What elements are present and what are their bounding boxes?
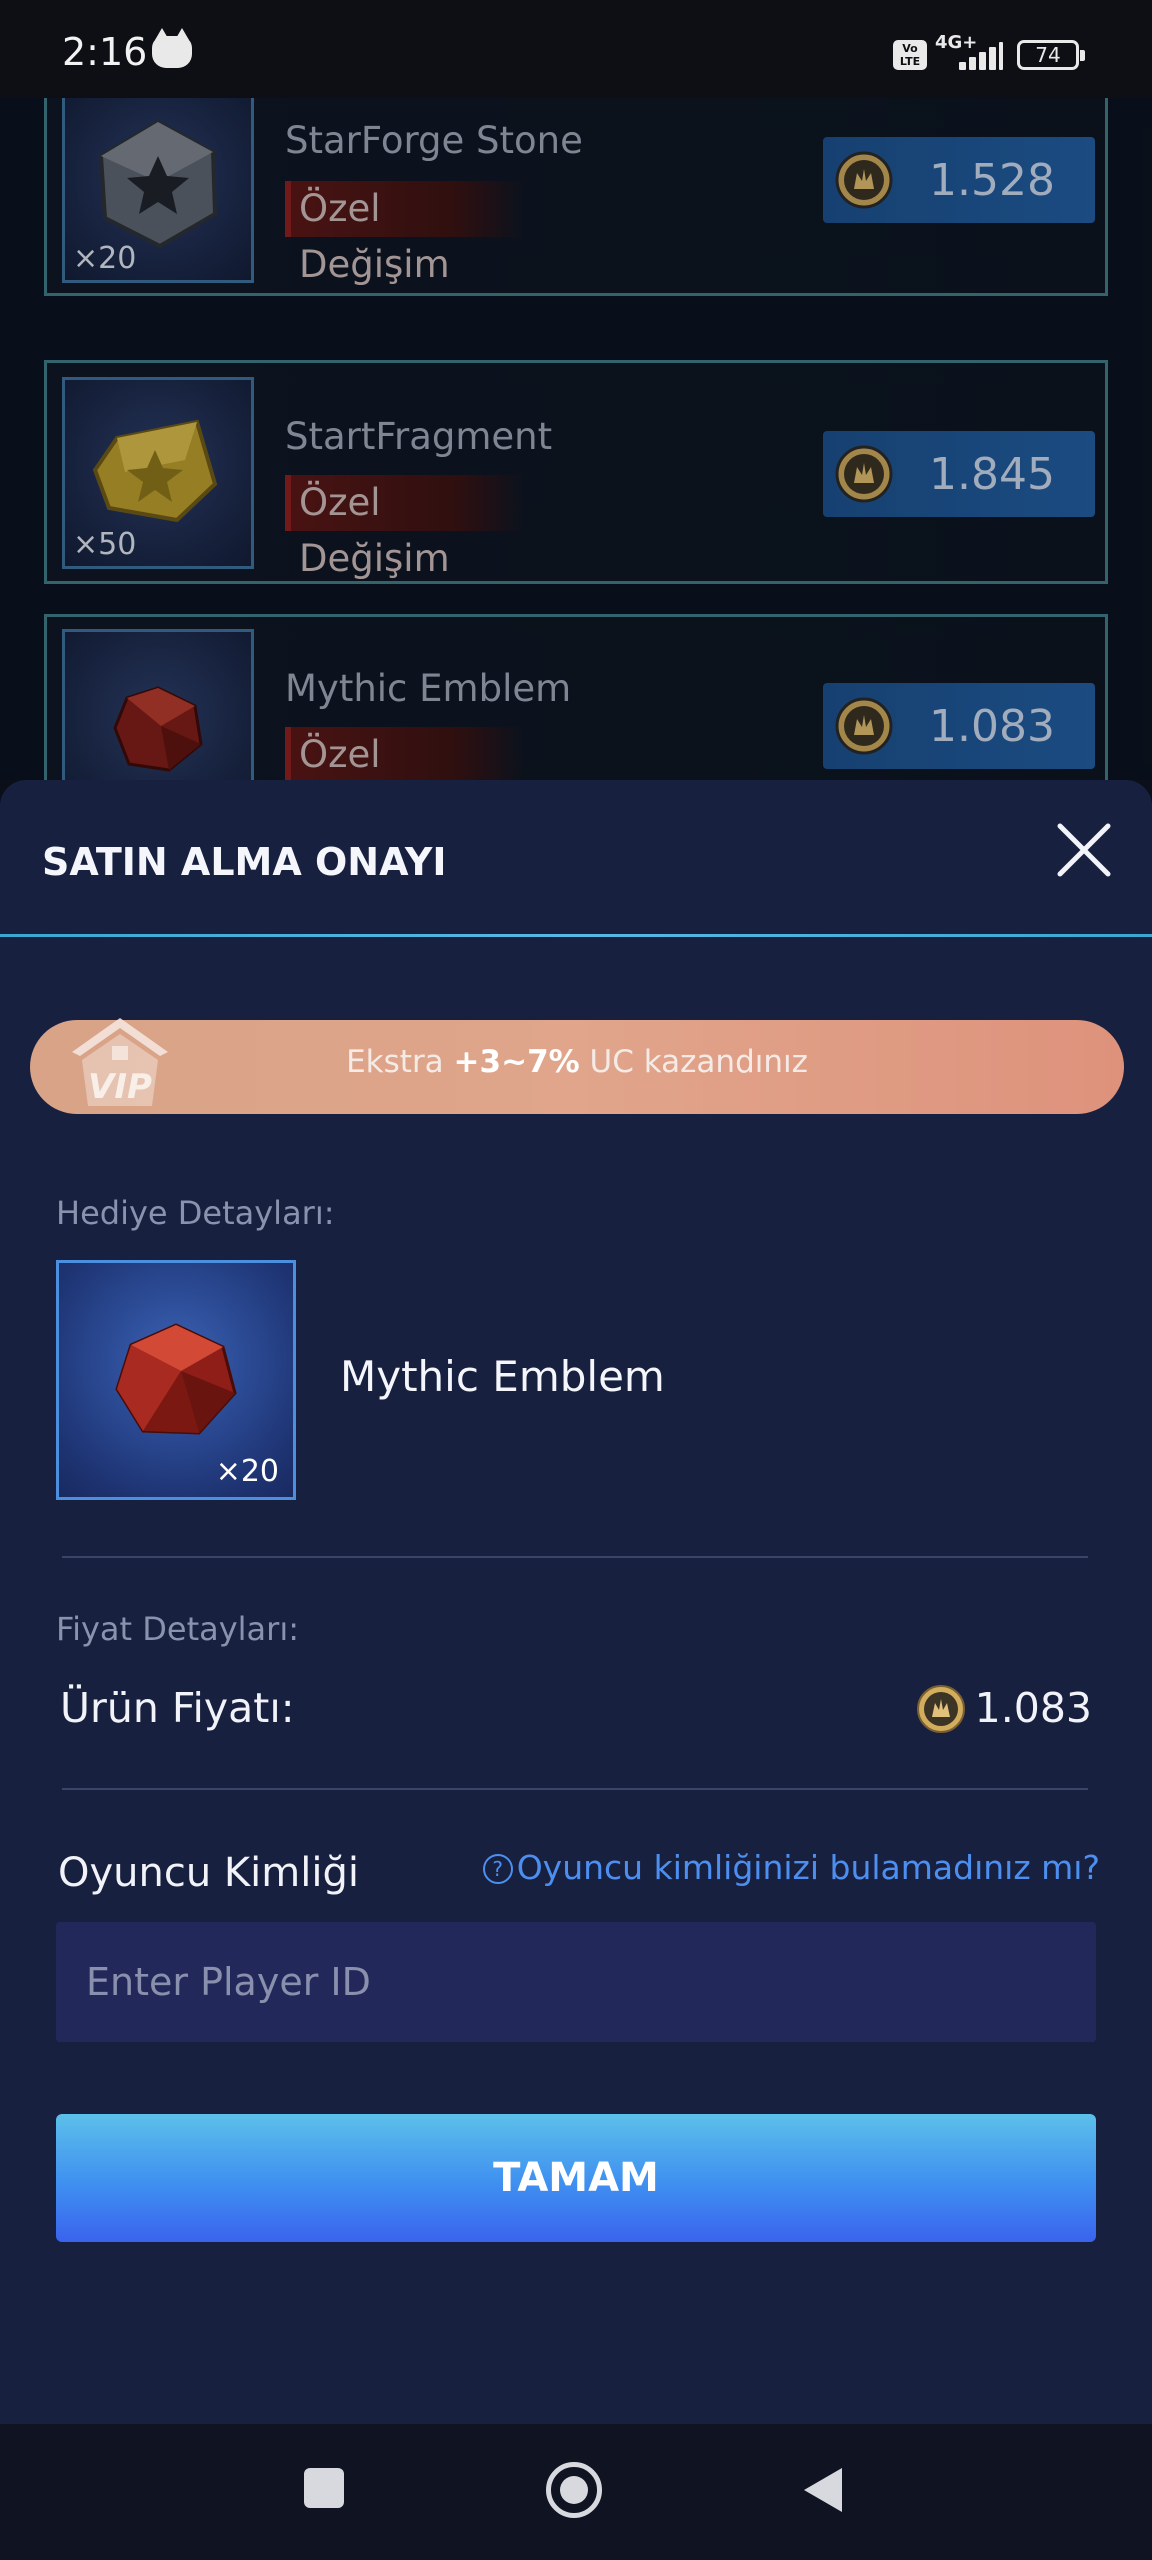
gift-details-label: Hediye Detayları: — [56, 1194, 335, 1232]
price-details-label: Fiyat Detayları: — [56, 1610, 299, 1648]
home-button[interactable] — [546, 2462, 602, 2518]
vip-bonus-text: Ekstra +3~7% UC kazandınız — [346, 1044, 808, 1080]
gift-thumbnail: ×20 — [56, 1260, 296, 1500]
divider — [62, 1788, 1088, 1790]
sheet-title: SATIN ALMA ONAYI — [42, 840, 447, 884]
find-player-id-link[interactable]: ? Oyuncu kimliğinizi bulamadınız mı? — [482, 1848, 1100, 1887]
gift-name: Mythic Emblem — [340, 1352, 665, 1401]
product-price-label: Ürün Fiyatı: — [60, 1684, 295, 1732]
vip-bonus-banner: VIP Ekstra +3~7% UC kazandınız — [30, 1018, 1124, 1114]
player-id-input[interactable] — [56, 1922, 1096, 2042]
status-time: 2:16 — [62, 30, 148, 74]
title-divider — [0, 934, 1152, 937]
product-price-value: 1.083 — [974, 1684, 1092, 1732]
app-notification-icon — [152, 28, 192, 68]
uc-coin-icon — [917, 1685, 965, 1733]
dim-overlay — [0, 98, 1152, 780]
back-button[interactable] — [804, 2468, 842, 2512]
confirm-button[interactable]: TAMAM — [56, 2114, 1096, 2242]
recent-apps-button[interactable] — [304, 2468, 344, 2508]
vip-bonus-percent: +3~7% — [453, 1044, 580, 1080]
store-item-list: ×20 StarForge Stone Özel Değişim 1.528 ×… — [0, 98, 1152, 780]
status-bar: 2:16 Vo LTE 4G+ 74 — [0, 0, 1152, 98]
player-id-label: Oyuncu Kimliği — [58, 1850, 359, 1896]
divider — [62, 1556, 1088, 1558]
close-button[interactable] — [1052, 818, 1116, 882]
gift-quantity: ×20 — [215, 1454, 279, 1489]
close-icon — [1057, 823, 1111, 877]
volte-icon: Vo LTE — [893, 40, 927, 70]
battery-icon: 74 — [1017, 40, 1085, 70]
purchase-confirmation-sheet: SATIN ALMA ONAYI VIP Ekstra +3~7% UC kaz… — [0, 780, 1152, 2424]
signal-icon — [955, 42, 1003, 70]
help-icon: ? — [482, 1854, 513, 1884]
